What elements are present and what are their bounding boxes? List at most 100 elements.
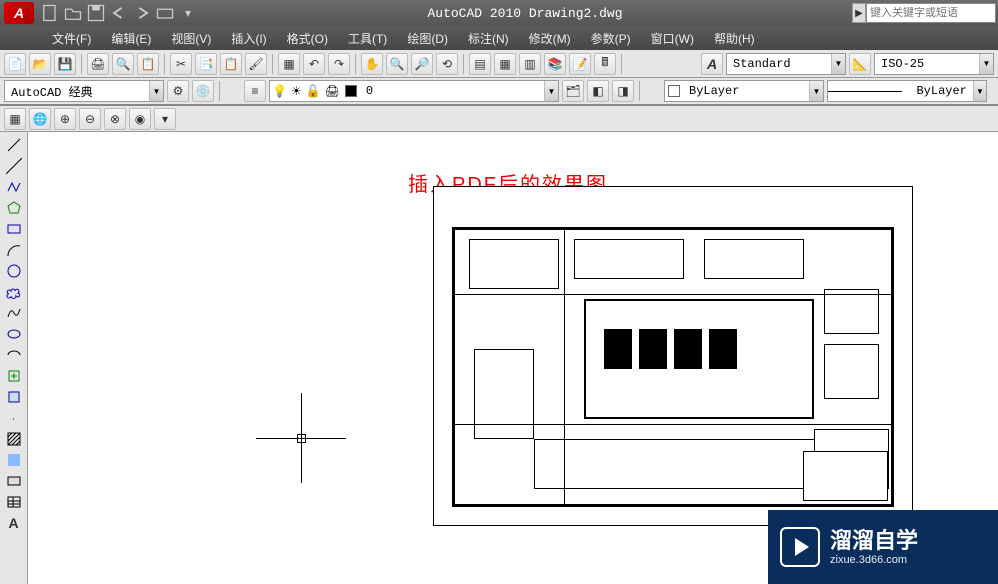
draw-toolbar: · A	[0, 132, 28, 584]
save-button[interactable]: 💾	[54, 53, 76, 75]
workspace-dropdown[interactable]: AutoCAD 经典 ▼	[4, 80, 164, 102]
layer-states-button[interactable]: 🗂	[562, 80, 584, 102]
ellipse-arc-tool[interactable]	[3, 344, 25, 365]
menu-help[interactable]: 帮助(H)	[704, 27, 765, 50]
zoom-realtime-button[interactable]: 🔍	[386, 53, 408, 75]
dropdown-arrow-icon[interactable]: ▼	[973, 81, 986, 101]
help-search-input[interactable]	[866, 3, 996, 23]
layer-iso-button[interactable]: ◧	[587, 80, 609, 102]
menu-tools[interactable]: 工具(T)	[338, 27, 397, 50]
pan-button[interactable]: ✋	[361, 53, 383, 75]
color-dropdown[interactable]: ByLayer ▼	[664, 80, 824, 102]
menu-insert[interactable]: 插入(I)	[221, 27, 276, 50]
workspace-save-button[interactable]: 💿	[192, 80, 214, 102]
qat-dropdown-icon[interactable]: ▾	[178, 3, 198, 23]
color-label: ByLayer	[683, 84, 745, 98]
dim-style-dropdown[interactable]: ISO-25 ▼	[874, 53, 994, 75]
polygon-tool[interactable]	[3, 197, 25, 218]
qnew-icon[interactable]	[40, 3, 60, 23]
ucs-view-button[interactable]: ◉	[129, 108, 151, 130]
watermark-play-icon	[780, 527, 820, 567]
menu-window[interactable]: 窗口(W)	[641, 27, 704, 50]
sheet-set-button[interactable]: 📚	[544, 53, 566, 75]
rectangle-tool[interactable]	[3, 218, 25, 239]
region-tool[interactable]	[3, 470, 25, 491]
insert-block-tool[interactable]	[3, 365, 25, 386]
zoom-window-button[interactable]: 🔎	[411, 53, 433, 75]
publish-button[interactable]: 📋	[137, 53, 159, 75]
search-arrow-icon[interactable]: ▶	[852, 3, 866, 23]
quickcalc-button[interactable]: 🖩	[594, 53, 616, 75]
zoom-previous-button[interactable]: ⟲	[436, 53, 458, 75]
menu-draw[interactable]: 绘图(D)	[397, 27, 458, 50]
preview-button[interactable]: 🔍	[112, 53, 134, 75]
line-tool[interactable]	[3, 134, 25, 155]
hatch-tool[interactable]	[3, 428, 25, 449]
save-icon[interactable]	[86, 3, 106, 23]
cut-button[interactable]: ✂	[170, 53, 192, 75]
markup-button[interactable]: 📝	[569, 53, 591, 75]
ucs-z-button[interactable]: ⊗	[104, 108, 126, 130]
ucs-world-button[interactable]: 🌐	[29, 108, 51, 130]
menu-modify[interactable]: 修改(M)	[519, 27, 581, 50]
text-style-label: Standard	[727, 57, 797, 71]
textstyle-icon[interactable]: A	[701, 53, 723, 75]
arc-tool[interactable]	[3, 239, 25, 260]
revision-cloud-tool[interactable]	[3, 281, 25, 302]
redo-button[interactable]: ↷	[328, 53, 350, 75]
text-style-dropdown[interactable]: Standard ▼	[726, 53, 846, 75]
print-button[interactable]: 🖨	[87, 53, 109, 75]
menu-dim[interactable]: 标注(N)	[458, 27, 519, 50]
paste-button[interactable]: 📋	[220, 53, 242, 75]
layer-lock-icon: 🔓	[304, 84, 323, 98]
layer-properties-button[interactable]: ≡	[244, 80, 266, 102]
tool-palettes-button[interactable]: ▥	[519, 53, 541, 75]
dropdown-arrow-icon[interactable]: ▼	[544, 81, 558, 101]
pdf-underlay-frame[interactable]	[433, 186, 913, 526]
block-editor-button[interactable]: ▦	[278, 53, 300, 75]
dimstyle-icon[interactable]: 📐	[849, 53, 871, 75]
plot-icon[interactable]	[155, 3, 175, 23]
layer-dropdown[interactable]: 💡 ☀ 🔓 🖨 0 ▼	[269, 80, 559, 102]
undo-button[interactable]: ↶	[303, 53, 325, 75]
menu-view[interactable]: 视图(V)	[161, 27, 221, 50]
dropdown-arrow-icon[interactable]: ▼	[831, 54, 845, 74]
polyline-tool[interactable]	[3, 176, 25, 197]
dropdown-arrow-icon[interactable]: ▼	[809, 81, 823, 101]
dropdown-arrow-icon[interactable]: ▼	[149, 81, 163, 101]
ucs-y-button[interactable]: ⊖	[79, 108, 101, 130]
workspace-label: AutoCAD 经典	[5, 83, 99, 100]
open-button[interactable]: 📂	[29, 53, 51, 75]
spline-tool[interactable]	[3, 302, 25, 323]
open-icon[interactable]	[63, 3, 83, 23]
workspace-settings-button[interactable]: ⚙	[167, 80, 189, 102]
ucs-x-button[interactable]: ⊕	[54, 108, 76, 130]
dropdown-arrow-icon[interactable]: ▼	[979, 54, 993, 74]
construction-line-tool[interactable]	[3, 155, 25, 176]
redo-icon[interactable]	[132, 3, 152, 23]
gradient-tool[interactable]	[3, 449, 25, 470]
design-center-button[interactable]: ▦	[494, 53, 516, 75]
ucs-dropdown-icon[interactable]: ▾	[154, 108, 176, 130]
table-tool[interactable]	[3, 491, 25, 512]
menu-param[interactable]: 参数(P)	[581, 27, 641, 50]
circle-tool[interactable]	[3, 260, 25, 281]
layer-uniso-button[interactable]: ◨	[612, 80, 634, 102]
menu-format[interactable]: 格式(O)	[277, 27, 338, 50]
linetype-dropdown[interactable]: ByLayer ▼	[827, 80, 987, 102]
menu-edit[interactable]: 编辑(E)	[101, 27, 161, 50]
properties-button[interactable]: ▤	[469, 53, 491, 75]
search-field[interactable]	[867, 7, 995, 19]
match-prop-button[interactable]: 🖌	[245, 53, 267, 75]
make-block-tool[interactable]	[3, 386, 25, 407]
undo-icon[interactable]	[109, 3, 129, 23]
copy-button[interactable]: 📑	[195, 53, 217, 75]
point-tool[interactable]: ·	[3, 407, 25, 428]
new-button[interactable]: 📄	[4, 53, 26, 75]
ellipse-tool[interactable]	[3, 323, 25, 344]
app-logo-icon[interactable]: A	[4, 2, 34, 24]
menu-file[interactable]: 文件(F)	[42, 27, 101, 50]
model-button[interactable]: ▦	[4, 108, 26, 130]
standard-toolbar: 📄 📂 💾 🖨 🔍 📋 ✂ 📑 📋 🖌 ▦ ↶ ↷ ✋ 🔍 🔎 ⟲ ▤ ▦ ▥ …	[0, 50, 998, 78]
mtext-tool[interactable]: A	[3, 512, 25, 533]
